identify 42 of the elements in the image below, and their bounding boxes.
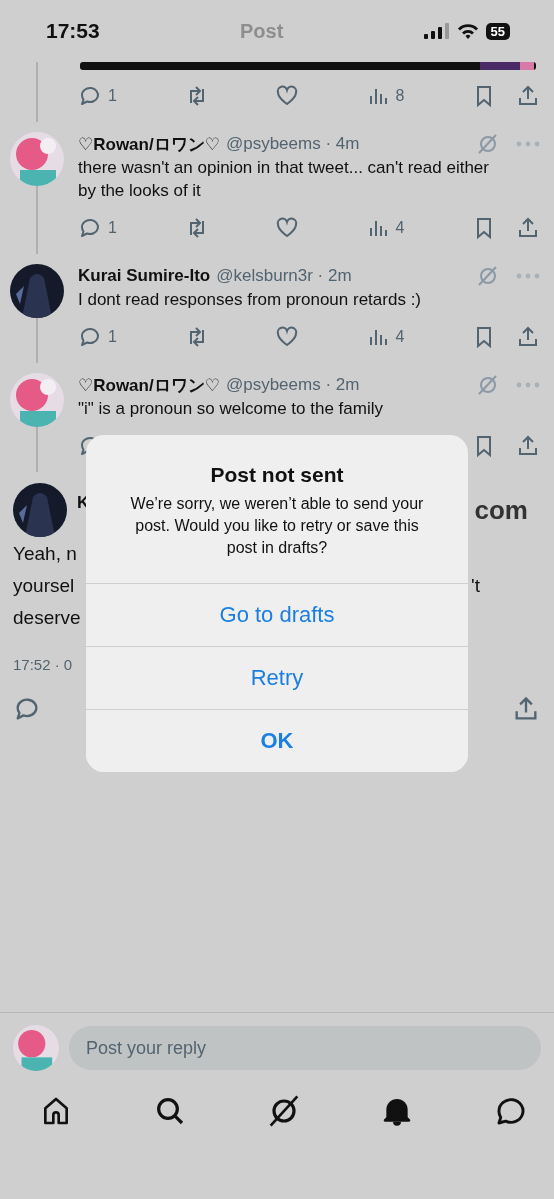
like-icon[interactable] bbox=[275, 325, 299, 349]
screen-title: Post bbox=[238, 19, 285, 43]
dialog-message: We’re sorry, we weren’t able to send your post. Would you like to retry or save this post in drafts? bbox=[129, 494, 425, 558]
post-timestamp: 17:52 · 0 bbox=[13, 656, 74, 673]
like-icon[interactable] bbox=[275, 216, 299, 240]
reply-icon[interactable] bbox=[78, 216, 102, 240]
reply-count: 1 bbox=[108, 219, 117, 237]
wifi-icon bbox=[456, 23, 479, 39]
status-time: 17:53 bbox=[46, 19, 100, 43]
reply-text: I dont read responses from pronoun retards :) bbox=[78, 289, 422, 311]
post-text-fragment: deserve bbox=[13, 606, 81, 630]
reply-count: 1 bbox=[108, 328, 117, 346]
author-handle: @kelsburn3r · 2m bbox=[216, 266, 352, 286]
post-text-fragment: yoursel bbox=[13, 574, 75, 598]
messages-icon[interactable] bbox=[495, 1095, 527, 1127]
reply-count: 1 bbox=[108, 87, 117, 105]
view-count: 4 bbox=[395, 219, 405, 237]
post-text-fragment: Yeah, n bbox=[13, 542, 77, 566]
view-count: 8 bbox=[395, 87, 405, 105]
signal-icon bbox=[423, 23, 450, 39]
author-name[interactable]: ♡Rowan/ロワン♡ bbox=[78, 373, 220, 397]
author-name-fragment: com bbox=[474, 494, 528, 526]
share-icon[interactable] bbox=[516, 325, 540, 349]
like-icon[interactable] bbox=[275, 84, 299, 108]
share-icon[interactable] bbox=[516, 84, 540, 108]
reply-text: "i" is a pronoun so welcome to the family bbox=[78, 398, 384, 420]
author-name[interactable]: ♡Rowan/ロワン♡ bbox=[78, 132, 220, 156]
author-name[interactable]: Kurai Sumire-Ito bbox=[78, 266, 211, 286]
share-icon[interactable] bbox=[516, 434, 540, 458]
view-count: 4 bbox=[395, 328, 405, 346]
battery-level: 55 bbox=[485, 22, 510, 40]
reply-icon[interactable] bbox=[78, 325, 102, 349]
post-text-fragment: 't bbox=[471, 574, 480, 598]
reply-icon[interactable] bbox=[78, 84, 102, 108]
author-handle: @psybeems · 4m bbox=[225, 134, 360, 154]
dialog-button[interactable]: OK bbox=[86, 709, 468, 772]
reply-text: there wasn't an opinion in that tweet... can't read either by the looks of it bbox=[78, 157, 490, 202]
grok-icon[interactable] bbox=[267, 1095, 300, 1127]
dialog-title: Post not sent bbox=[209, 463, 345, 487]
reply-field[interactable]: Post your reply bbox=[69, 1026, 541, 1070]
share-icon[interactable] bbox=[516, 216, 540, 240]
author-handle: @psybeems · 2m bbox=[225, 375, 360, 395]
